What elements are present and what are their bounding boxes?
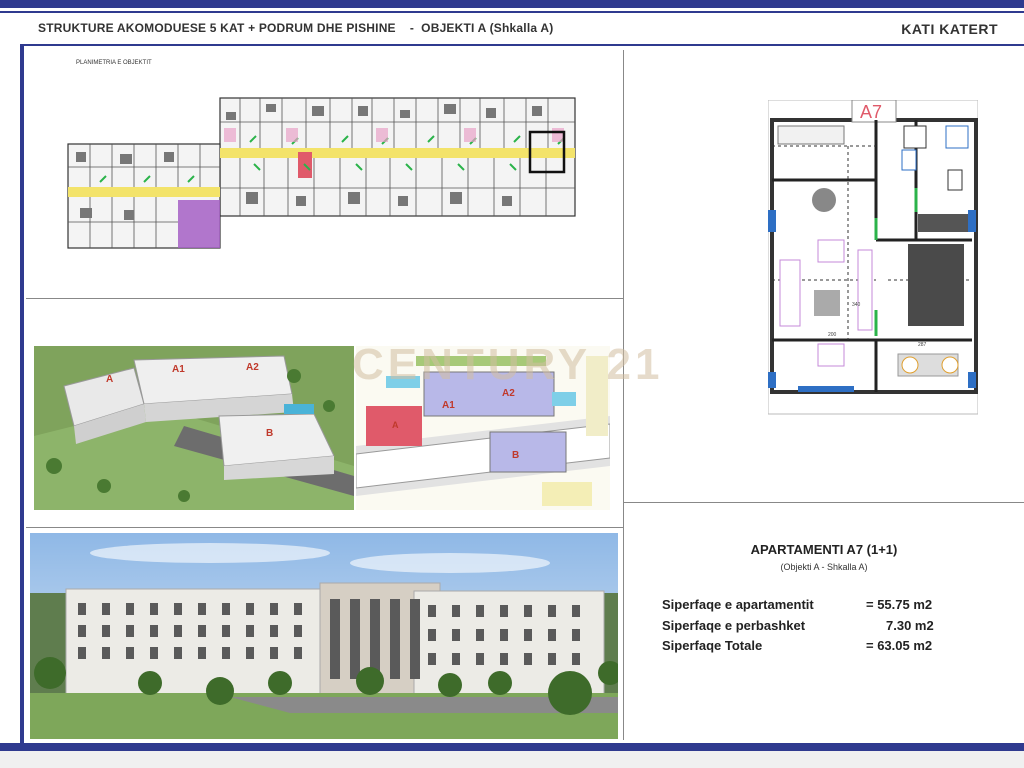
render-label-a2: A2 (246, 362, 259, 373)
divider-vertical (623, 50, 624, 740)
area-label-total: Siperfaqe Totale (662, 638, 763, 653)
bottom-rule (0, 743, 1024, 751)
plan-label-b: B (512, 450, 519, 461)
divider-h3 (624, 502, 1024, 503)
divider-h2 (26, 527, 623, 528)
top-rule (0, 0, 1024, 8)
apartment-subtitle: (Objekti A - Shkalla A) (780, 562, 868, 572)
document-title: STRUKTURE AKOMODUESE 5 KAT + PODRUM DHE … (38, 21, 554, 35)
render-label-a1: A1 (172, 364, 185, 375)
site-floor-plan (67, 97, 576, 249)
area-value-total: = 63.05 m2 (866, 638, 933, 653)
floor-label: KATI KATERT (901, 21, 998, 37)
page-header: STRUKTURE AKOMODUESE 5 KAT + PODRUM DHE … (0, 13, 1024, 43)
render-label-b: B (266, 428, 273, 439)
building-render (30, 533, 618, 739)
dim-living: 200 (828, 332, 837, 338)
site-plan-label: PLANIMETRIA E OBJEKTIT (76, 60, 152, 66)
plan-label-a1: A1 (442, 400, 455, 411)
dim-length: 340 (852, 302, 861, 308)
dim-balcony: 287 (918, 342, 927, 348)
area-label-common: Siperfaqe e perbashket (662, 618, 806, 633)
site-render-3d: A A1 A2 B (34, 346, 354, 510)
area-value-apartment: = 55.75 m2 (866, 597, 933, 612)
plan-label-a: A (392, 420, 399, 430)
area-value-common: 7.30 m2 (886, 618, 934, 633)
unit-floor-plan: A7 200 340 287 (768, 100, 978, 415)
apartment-title: APARTAMENTI A7 (1+1) (750, 542, 898, 557)
render-label-a: A (106, 374, 113, 385)
century21-watermark: CENTURY 21 (352, 340, 664, 389)
divider-h1 (26, 298, 623, 299)
area-label-apartment: Siperfaqe e apartamentit (662, 597, 814, 612)
unit-label: A7 (860, 102, 882, 122)
